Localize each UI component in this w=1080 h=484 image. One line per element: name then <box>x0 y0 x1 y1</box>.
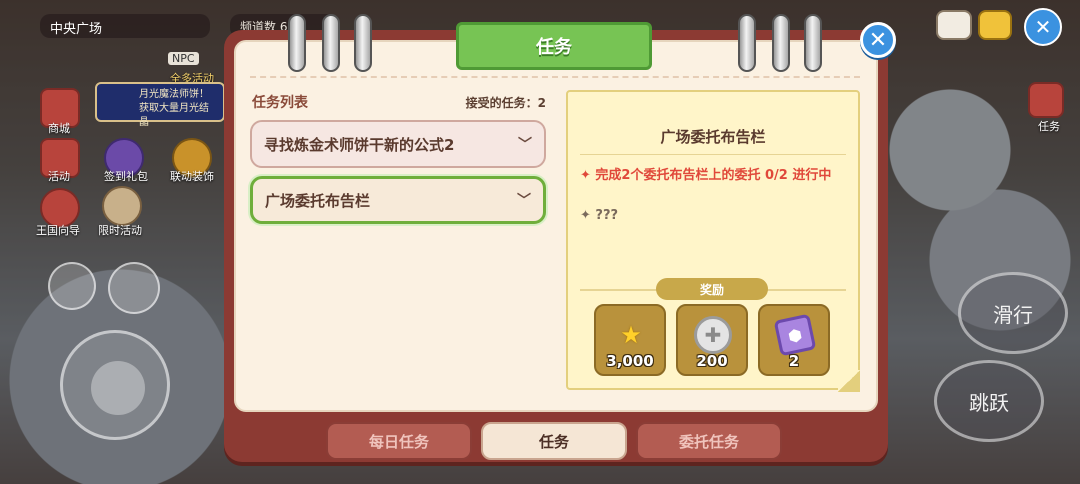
binder-ring-icon <box>288 14 306 72</box>
mail-icon[interactable] <box>936 10 972 40</box>
event-banner-line2: 获取大量月光结晶 <box>139 103 209 128</box>
event-banner[interactable]: 月光魔法师饼！ 获取大量月光结晶 <box>95 82 225 128</box>
quest-objective: ✦ 完成2个委托布告栏上的委托 0/2 进行中 <box>580 168 832 183</box>
reward-qty: 2 <box>788 352 800 370</box>
reward-qty: 200 <box>696 352 728 370</box>
hidden-objective: ✦ ??? <box>580 208 619 223</box>
binder-ring-icon <box>322 14 340 72</box>
shop-label: 商城 <box>48 122 70 135</box>
limited-event-button[interactable] <box>102 186 142 226</box>
tab-commission-quests[interactable]: 委托任务 <box>636 422 782 460</box>
reward-label: 奖励 <box>656 278 768 300</box>
close-button[interactable]: ✕ <box>860 22 896 58</box>
accepted-count: 2 <box>537 96 546 110</box>
quest-list-item[interactable]: 寻找炼金术师饼干新的公式2 ﹀ <box>250 120 546 168</box>
quest-list-title: 任务列表 <box>252 95 308 111</box>
accepted-quest-count: 接受的任务：2 <box>466 94 546 111</box>
hud-close-button[interactable]: ✕ <box>1024 8 1062 46</box>
quest-shortcut-button[interactable] <box>1028 82 1064 118</box>
quest-shortcut-label: 任务 <box>1038 120 1060 133</box>
chevron-down-icon: ﹀ <box>518 137 532 153</box>
slide-button[interactable]: 滑行 <box>958 272 1068 354</box>
detail-divider <box>580 154 846 155</box>
cabinet-button[interactable] <box>48 262 96 310</box>
quest-item-label: 寻找炼金术师饼干新的公式2 <box>264 135 455 154</box>
jump-button[interactable]: 跳跃 <box>934 360 1044 442</box>
tab-daily-quests[interactable]: 每日任务 <box>326 422 472 460</box>
silver-coin-icon: ✚ <box>692 314 734 356</box>
location-label: 中央广场 <box>40 14 210 38</box>
quest-item-label: 广场委托布告栏 <box>265 191 371 210</box>
binder-ring-icon <box>804 14 822 72</box>
kingdom-guide-label: 王国向导 <box>36 224 80 237</box>
binder-ring-icon <box>354 14 372 72</box>
chevron-down-icon: ﹀ <box>517 193 531 209</box>
limited-event-label: 限时活动 <box>98 224 142 237</box>
star-crown-icon: ★ <box>620 321 642 349</box>
paper-divider <box>250 76 860 78</box>
collab-decor-label: 联动装饰 <box>170 170 214 183</box>
movement-joystick[interactable] <box>60 330 170 440</box>
npc-badge: NPC <box>168 52 199 65</box>
quest-detail-title: 广场委托布告栏 <box>660 128 766 146</box>
reward-qty: 3,000 <box>606 352 654 370</box>
purple-gem-book-icon: ⬢ <box>773 313 817 357</box>
binder-ring-icon <box>738 14 756 72</box>
reward-item[interactable]: ⬢ 2 <box>758 304 830 376</box>
tab-quests[interactable]: 任务 <box>481 422 627 460</box>
page-fold-corner <box>838 370 860 392</box>
event-banner-line1: 月光魔法师饼！ <box>139 89 209 100</box>
announcement-icon[interactable] <box>978 10 1012 40</box>
reward-item[interactable]: ✚ 200 <box>676 304 748 376</box>
panel-title: 任务 <box>456 22 652 70</box>
reward-item[interactable]: ★ 3,000 <box>594 304 666 376</box>
binder-ring-icon <box>772 14 790 72</box>
joystick-knob[interactable] <box>91 361 145 415</box>
signin-gift-label: 签到礼包 <box>104 170 148 183</box>
accepted-label: 接受的任务： <box>465 96 538 110</box>
quest-list-item-selected[interactable]: 广场委托布告栏 ﹀ <box>250 176 546 224</box>
add-friend-button[interactable] <box>108 262 160 314</box>
event-label: 活动 <box>48 170 70 183</box>
